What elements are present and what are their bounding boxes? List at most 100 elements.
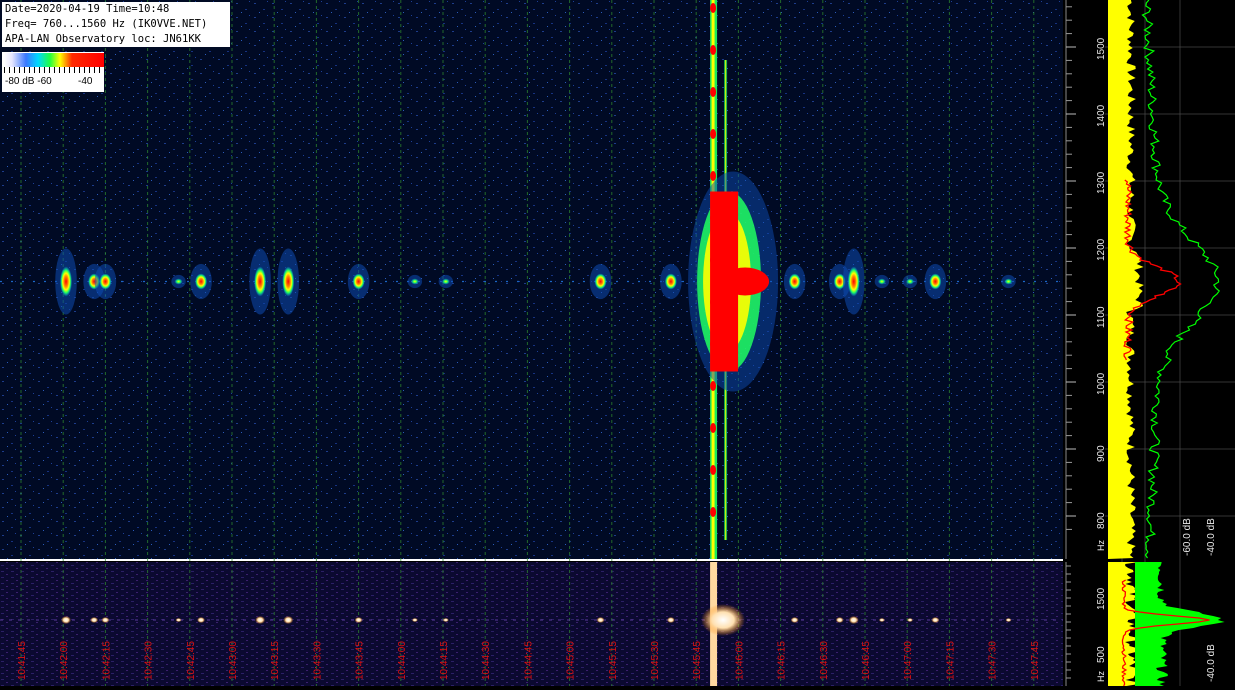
lower-event	[1005, 618, 1012, 622]
meteor-event	[410, 278, 419, 285]
color-scale-ticks	[4, 67, 104, 73]
event-streak-dot	[710, 213, 717, 223]
time-tick-label: 10:45:30	[650, 641, 661, 680]
time-tick-label: 10:45:15	[608, 641, 619, 680]
meteor-event	[60, 266, 73, 297]
meteor-event	[282, 266, 295, 297]
time-tick-label: 10:46:30	[819, 641, 830, 680]
spectrum-db-label: -60.0 dB	[1182, 518, 1193, 556]
time-tick-label: 10:47:15	[945, 641, 956, 680]
lower-event	[848, 616, 859, 624]
freq-tick-label: 1000	[1096, 372, 1107, 395]
lower-event	[411, 618, 418, 622]
meteor-event	[1004, 278, 1013, 285]
time-tick-label: 10:44:30	[481, 641, 492, 680]
lower-event	[197, 617, 206, 623]
event-streak-dot	[710, 87, 717, 97]
spectrogram-svg: 10:41:45 10:42:00 10:42:15 10:42:30 10:42:45…	[0, 0, 1235, 687]
meteor-event	[877, 278, 886, 285]
event-streak-dot	[710, 255, 717, 265]
event-streak-dot	[710, 381, 717, 391]
lower-event	[175, 618, 182, 622]
lower-freq-tick-label: 500	[1096, 646, 1107, 663]
freq-unit-label: Hz	[1096, 540, 1106, 551]
lower-event	[255, 616, 266, 624]
lower-event	[790, 617, 799, 623]
lower-freq-tick-label: 1500	[1096, 587, 1107, 610]
meteor-event	[788, 273, 801, 290]
time-tick-label: 10:43:30	[312, 641, 323, 680]
time-tick-label: 10:47:45	[1030, 641, 1041, 680]
time-tick-label: 10:46:45	[861, 641, 872, 680]
lower-event	[878, 618, 885, 622]
spectrogram-display: 10:41:45 10:42:00 10:42:15 10:42:30 10:42:45…	[0, 0, 1235, 687]
freq-tick-label: 800	[1096, 512, 1107, 529]
color-scale-bar	[4, 53, 104, 67]
time-tick-label: 10:47:30	[988, 641, 999, 680]
meteor-event	[174, 278, 183, 285]
meteor-event	[847, 266, 860, 297]
time-tick-label: 10:44:45	[523, 641, 534, 680]
meteor-event	[929, 273, 942, 290]
meteor-event	[906, 278, 915, 285]
lower-event-splash	[701, 604, 746, 636]
color-scale-label-right: -40	[78, 76, 93, 87]
event-streak-dot	[710, 423, 717, 433]
freq-tick-label: 1300	[1096, 171, 1107, 194]
lower-spectrum-db-label: -40.0 dB	[1206, 644, 1217, 682]
time-tick-label: 10:43:00	[228, 641, 239, 680]
freq-tick-label: 1100	[1096, 306, 1107, 328]
lower-event	[835, 617, 844, 623]
time-tick-label: 10:44:15	[439, 641, 450, 680]
lower-event	[666, 617, 675, 623]
info-location: APA-LAN Observatory loc: JN61KK	[5, 33, 201, 45]
separator-line	[0, 559, 1235, 561]
lower-event	[907, 618, 914, 622]
time-tick-label: 10:43:45	[355, 641, 366, 680]
meteor-event	[195, 273, 208, 290]
time-tick-label: 10:43:15	[270, 641, 281, 680]
time-tick-label: 10:42:30	[144, 641, 155, 680]
event-streak-dot	[710, 465, 717, 475]
lower-freq-unit-label: Hz	[1096, 671, 1106, 682]
time-tick-label: 10:44:00	[397, 641, 408, 680]
lower-event	[61, 616, 72, 624]
time-tick-label: 10:45:45	[692, 641, 703, 680]
meteor-event	[352, 273, 365, 290]
event-streak-dot	[710, 297, 717, 307]
meteor-event	[99, 273, 112, 290]
time-tick-label: 10:46:15	[777, 641, 788, 680]
lower-event	[90, 617, 99, 623]
meteor-event	[254, 266, 267, 297]
event-streak-dot	[710, 45, 717, 55]
time-tick-label: 10:42:15	[101, 641, 112, 680]
freq-tick-label: 900	[1096, 445, 1107, 462]
event-splash-tail	[721, 267, 770, 296]
info-box: Date=2020-04-19 Time=10:48 Freq= 760...1…	[2, 2, 230, 47]
info-frequency: Freq= 760...1560 Hz (IK0VVE.NET)	[5, 18, 208, 30]
time-tick-label: 10:45:00	[566, 641, 577, 680]
lower-event	[354, 617, 363, 623]
event-streak-dot	[710, 339, 717, 349]
lower-event	[442, 618, 449, 622]
meteor-event	[594, 273, 607, 290]
color-scale-label-left: -80 dB -60	[5, 76, 52, 87]
color-scale-legend: -80 dB -60 -40	[2, 52, 104, 92]
time-tick-label: 10:42:45	[186, 641, 197, 680]
event-streak-dot	[710, 3, 717, 13]
spectrum-db-label: -40.0 dB	[1206, 518, 1217, 556]
info-date-time: Date=2020-04-19 Time=10:48	[5, 3, 170, 15]
lower-event	[101, 617, 110, 623]
time-tick-label: 10:41:45	[17, 641, 28, 680]
freq-tick-label: 1200	[1096, 238, 1107, 261]
freq-tick-label: 1500	[1096, 37, 1107, 60]
event-streak-dot	[710, 171, 717, 181]
freq-tick-label: 1400	[1096, 104, 1107, 127]
meteor-event	[441, 278, 450, 285]
time-tick-label: 10:42:00	[59, 641, 70, 680]
event-streak-dot	[710, 507, 717, 517]
time-tick-label: 10:46:00	[734, 641, 745, 680]
lower-event	[596, 617, 605, 623]
lower-event	[283, 616, 294, 624]
lower-event	[931, 617, 940, 623]
